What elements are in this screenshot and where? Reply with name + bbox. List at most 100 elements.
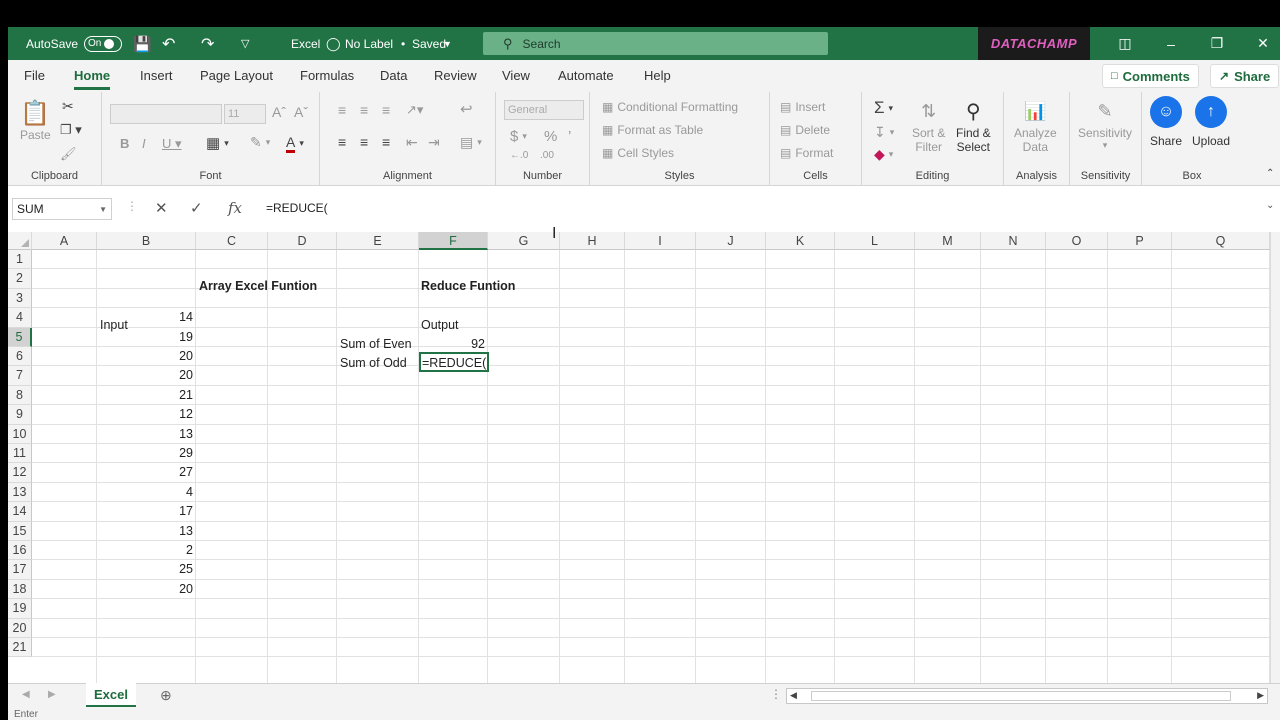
minimize-icon[interactable]: – <box>1148 27 1194 60</box>
row-header-5[interactable]: 5 <box>8 327 32 347</box>
column-header-l[interactable]: L <box>835 232 915 250</box>
tab-file[interactable]: File <box>24 68 45 83</box>
column-header-j[interactable]: J <box>696 232 766 250</box>
decrease-decimal-icon[interactable]: .00 <box>540 150 554 161</box>
scroll-left-icon[interactable]: ◀ <box>790 690 797 701</box>
save-icon[interactable]: 💾 <box>133 27 152 60</box>
search-box[interactable]: ⚲ Search <box>483 32 828 55</box>
cell-b15[interactable]: 13 <box>97 522 196 541</box>
cancel-icon[interactable]: ✕ <box>155 199 168 217</box>
column-header-k[interactable]: K <box>766 232 835 250</box>
cell-b8[interactable]: 21 <box>97 386 196 405</box>
column-header-h[interactable]: H <box>560 232 625 250</box>
increase-indent-icon[interactable]: ⇥ <box>428 134 440 151</box>
font-family-select[interactable] <box>110 104 222 124</box>
cell-styles-button[interactable]: ▦ Cell Styles <box>602 146 674 160</box>
row-header-14[interactable]: 14 <box>8 502 32 522</box>
fill-icon[interactable]: ↧ ▾ <box>874 124 894 141</box>
row-header-12[interactable]: 12 <box>8 463 32 483</box>
row-header-16[interactable]: 16 <box>8 541 32 561</box>
column-header-n[interactable]: N <box>981 232 1046 250</box>
row-header-20[interactable]: 20 <box>8 618 32 638</box>
column-header-a[interactable]: A <box>32 232 97 250</box>
analyze-data-button[interactable]: 📊 Analyze Data <box>1014 96 1057 155</box>
row-header-17[interactable]: 17 <box>8 560 32 580</box>
row-header-1[interactable]: 1 <box>8 250 32 270</box>
row-header-10[interactable]: 10 <box>8 424 32 444</box>
insert-function-icon[interactable]: fx <box>228 199 242 217</box>
column-header-g[interactable]: G <box>488 232 560 250</box>
row-header-13[interactable]: 13 <box>8 482 32 503</box>
format-cells-button[interactable]: ▤ Format <box>780 146 833 160</box>
tab-review[interactable]: Review <box>434 68 477 83</box>
tab-formulas[interactable]: Formulas <box>300 68 354 83</box>
cell-b14[interactable]: 17 <box>97 502 196 521</box>
clear-icon[interactable]: ◆ ▾ <box>874 146 893 163</box>
tab-help[interactable]: Help <box>644 68 671 83</box>
ribbon-display-icon[interactable]: ◫ <box>1102 27 1148 60</box>
cell-e5[interactable]: Sum of Odd <box>337 354 410 373</box>
autosave-toggle[interactable]: On <box>84 27 122 60</box>
cell-f5-editing[interactable]: =REDUCE( <box>419 354 489 373</box>
horizontal-scrollbar[interactable]: ◀ ▶ <box>786 688 1268 704</box>
decrease-font-icon[interactable]: Aˇ <box>294 104 308 120</box>
align-left-icon[interactable]: ≡ <box>338 134 346 150</box>
cut-icon[interactable]: ✂ <box>62 98 74 115</box>
share-button[interactable]: ↗ Share <box>1210 64 1280 88</box>
column-header-b[interactable]: B <box>97 232 196 250</box>
chevron-down-icon[interactable]: ▼ <box>443 27 452 60</box>
prev-sheet-icon[interactable]: ◀ <box>22 689 30 700</box>
font-color-icon[interactable]: A ▾ <box>286 134 304 153</box>
close-icon[interactable]: ✕ <box>1240 27 1280 60</box>
scroll-right-icon[interactable]: ▶ <box>1257 690 1264 701</box>
row-header-19[interactable]: 19 <box>8 599 32 619</box>
cell-e4[interactable]: Sum of Even <box>337 335 415 354</box>
row-header-4[interactable]: 4 <box>8 308 32 328</box>
worksheet-grid[interactable]: ABCDEFGHIJKLMNOPQ 1 2 3 4 5 6 7 8 9 10 11 12 13 14 15 1… <box>8 232 1270 683</box>
tab-view[interactable]: View <box>502 68 530 83</box>
align-right-icon[interactable]: ≡ <box>382 134 390 150</box>
add-sheet-icon[interactable]: ⊕ <box>160 687 172 704</box>
name-box[interactable]: SUM ▼ <box>12 198 112 220</box>
orientation-icon[interactable]: ↗▾ <box>406 102 423 118</box>
row-header-2[interactable]: 2 <box>8 269 32 289</box>
box-share-button[interactable]: ☺ Share <box>1150 96 1182 148</box>
decrease-indent-icon[interactable]: ⇤ <box>406 134 418 151</box>
tab-insert[interactable]: Insert <box>140 68 173 83</box>
increase-decimal-icon[interactable]: ←.0 <box>510 150 528 161</box>
sensitivity-button[interactable]: ✎ Sensitivity ▾ <box>1078 96 1132 151</box>
font-size-select[interactable]: 11 <box>224 104 266 124</box>
cell-f1[interactable]: Reduce Funtion <box>418 277 518 296</box>
tab-page-layout[interactable]: Page Layout <box>200 68 273 83</box>
borders-icon[interactable]: ▦ ▾ <box>206 134 229 152</box>
cell-b16[interactable]: 2 <box>97 541 196 560</box>
box-upload-button[interactable]: ↑ Upload <box>1192 96 1230 148</box>
redo-icon[interactable]: ↷ <box>201 27 214 60</box>
copy-icon[interactable]: ❐ ▾ <box>60 122 82 138</box>
tab-automate[interactable]: Automate <box>558 68 614 83</box>
fill-color-icon[interactable]: ✎ ▾ <box>250 134 270 151</box>
column-header-p[interactable]: P <box>1108 232 1172 250</box>
column-header-q[interactable]: Q <box>1172 232 1270 250</box>
column-header-c[interactable]: C <box>196 232 268 250</box>
format-as-table-button[interactable]: ▦ Format as Table <box>602 123 703 137</box>
cell-b10[interactable]: 13 <box>97 425 196 444</box>
row-header-7[interactable]: 7 <box>8 366 32 386</box>
next-sheet-icon[interactable]: ▶ <box>48 689 56 700</box>
cell-c1[interactable]: Array Excel Funtion <box>196 277 320 296</box>
align-top-icon[interactable]: ≡ <box>338 102 346 118</box>
format-painter-icon[interactable]: 🖌 <box>60 146 77 162</box>
tab-data[interactable]: Data <box>380 68 407 83</box>
cell-b18[interactable]: 20 <box>97 580 196 599</box>
formula-input[interactable]: =REDUCE( <box>266 201 328 215</box>
currency-icon[interactable]: $ ▾ <box>510 128 527 145</box>
row-header-18[interactable]: 18 <box>8 579 32 600</box>
column-header-o[interactable]: O <box>1046 232 1108 250</box>
align-middle-icon[interactable]: ≡ <box>360 102 368 118</box>
enter-check-icon[interactable]: ✓ <box>190 199 203 217</box>
row-header-8[interactable]: 8 <box>8 385 32 406</box>
bold-icon[interactable]: B <box>120 136 129 151</box>
percent-icon[interactable]: % <box>544 128 557 145</box>
autosum-icon[interactable]: Σ ▾ <box>874 98 893 118</box>
cell-b12[interactable]: 27 <box>97 463 196 482</box>
